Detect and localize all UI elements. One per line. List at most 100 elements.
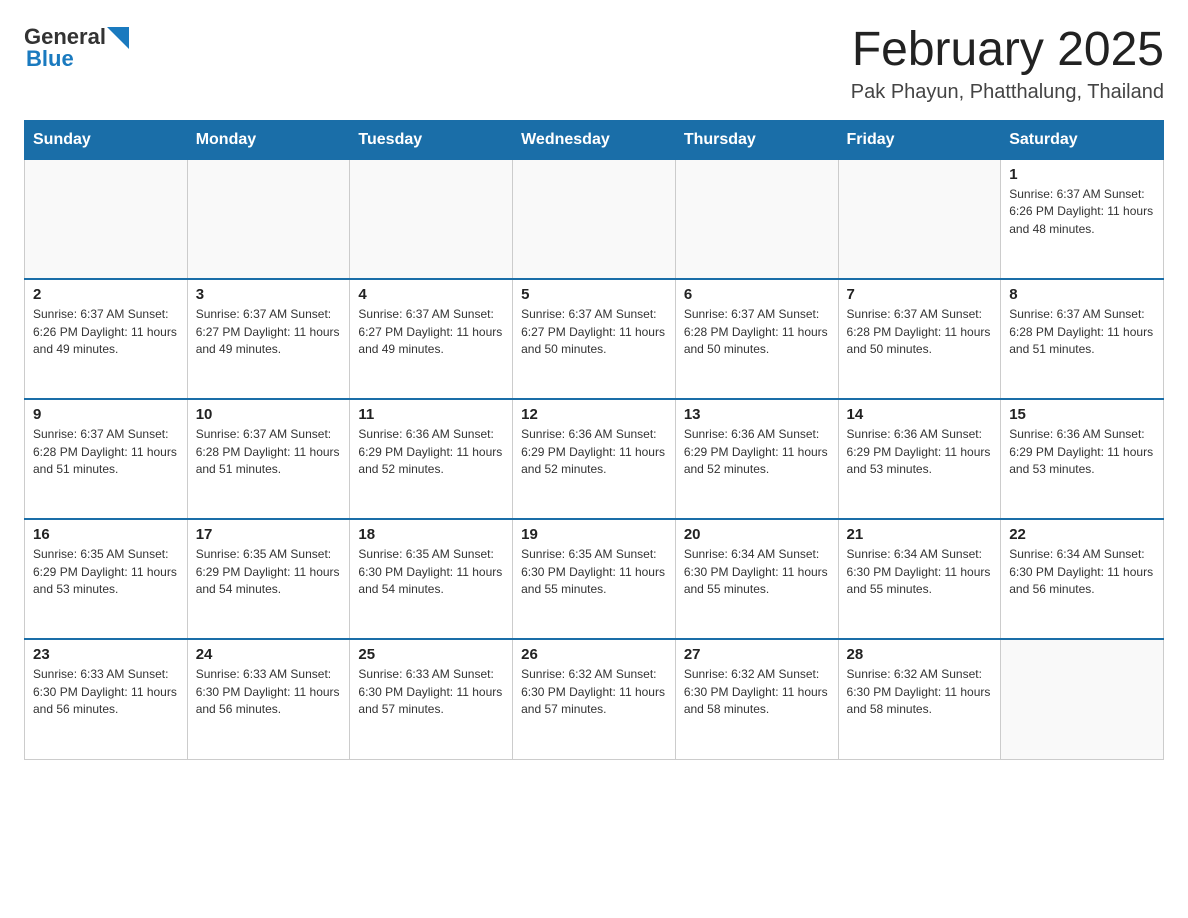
calendar-cell: 11 Sunrise: 6:36 AM Sunset: 6:29 PM Dayli… — [350, 399, 513, 519]
day-number: 17 — [196, 526, 342, 543]
day-number: 15 — [1009, 406, 1155, 423]
weekday-header-tuesday: Tuesday — [350, 120, 513, 159]
weekday-header-saturday: Saturday — [1001, 120, 1164, 159]
day-info: Sunrise: 6:35 AM Sunset: 6:30 PM Dayligh… — [358, 546, 504, 598]
day-info: Sunrise: 6:32 AM Sunset: 6:30 PM Dayligh… — [847, 666, 993, 718]
calendar-cell: 13 Sunrise: 6:36 AM Sunset: 6:29 PM Dayli… — [675, 399, 838, 519]
calendar-cell: 27 Sunrise: 6:32 AM Sunset: 6:30 PM Dayli… — [675, 639, 838, 759]
day-info: Sunrise: 6:37 AM Sunset: 6:28 PM Dayligh… — [847, 306, 993, 358]
calendar-cell — [675, 159, 838, 279]
week-row-2: 2 Sunrise: 6:37 AM Sunset: 6:26 PM Daylig… — [25, 279, 1164, 399]
location-title: Pak Phayun, Phatthalung, Thailand — [851, 81, 1164, 104]
day-number: 3 — [196, 286, 342, 303]
week-row-5: 23 Sunrise: 6:33 AM Sunset: 6:30 PM Dayli… — [25, 639, 1164, 759]
day-number: 27 — [684, 646, 830, 663]
calendar-cell: 7Sunrise: 6:37 AM Sunset: 6:28 PM Daylig… — [838, 279, 1001, 399]
calendar-cell: 9 Sunrise: 6:37 AM Sunset: 6:28 PM Daylig… — [25, 399, 188, 519]
day-info: Sunrise: 6:36 AM Sunset: 6:29 PM Dayligh… — [1009, 426, 1155, 478]
calendar-cell: 4 Sunrise: 6:37 AM Sunset: 6:27 PM Daylig… — [350, 279, 513, 399]
calendar-cell: 18 Sunrise: 6:35 AM Sunset: 6:30 PM Dayli… — [350, 519, 513, 639]
day-info: Sunrise: 6:33 AM Sunset: 6:30 PM Dayligh… — [33, 666, 179, 718]
day-info: Sunrise: 6:35 AM Sunset: 6:29 PM Dayligh… — [33, 546, 179, 598]
day-number: 24 — [196, 646, 342, 663]
day-number: 11 — [358, 406, 504, 423]
day-number: 9 — [33, 406, 179, 423]
day-number: 6 — [684, 286, 830, 303]
weekday-header-friday: Friday — [838, 120, 1001, 159]
calendar-cell: 20 Sunrise: 6:34 AM Sunset: 6:30 PM Dayli… — [675, 519, 838, 639]
calendar-cell: 15 Sunrise: 6:36 AM Sunset: 6:29 PM Dayli… — [1001, 399, 1164, 519]
day-info: Sunrise: 6:37 AM Sunset: 6:28 PM Dayligh… — [684, 306, 830, 358]
calendar-cell: 5 Sunrise: 6:37 AM Sunset: 6:27 PM Daylig… — [513, 279, 676, 399]
day-info: Sunrise: 6:36 AM Sunset: 6:29 PM Dayligh… — [521, 426, 667, 478]
calendar-cell: 26Sunrise: 6:32 AM Sunset: 6:30 PM Dayli… — [513, 639, 676, 759]
day-number: 20 — [684, 526, 830, 543]
day-number: 25 — [358, 646, 504, 663]
calendar-cell: 10 Sunrise: 6:37 AM Sunset: 6:28 PM Dayli… — [187, 399, 350, 519]
day-number: 4 — [358, 286, 504, 303]
calendar-cell: 2 Sunrise: 6:37 AM Sunset: 6:26 PM Daylig… — [25, 279, 188, 399]
week-row-1: 1 Sunrise: 6:37 AM Sunset: 6:26 PM Daylig… — [25, 159, 1164, 279]
day-number: 21 — [847, 526, 993, 543]
day-info: Sunrise: 6:37 AM Sunset: 6:26 PM Dayligh… — [33, 306, 179, 358]
day-number: 13 — [684, 406, 830, 423]
weekday-header-monday: Monday — [187, 120, 350, 159]
calendar-cell: 16 Sunrise: 6:35 AM Sunset: 6:29 PM Dayli… — [25, 519, 188, 639]
calendar-cell — [838, 159, 1001, 279]
day-number: 16 — [33, 526, 179, 543]
day-number: 23 — [33, 646, 179, 663]
day-info: Sunrise: 6:34 AM Sunset: 6:30 PM Dayligh… — [847, 546, 993, 598]
week-row-4: 16 Sunrise: 6:35 AM Sunset: 6:29 PM Dayli… — [25, 519, 1164, 639]
calendar-cell — [513, 159, 676, 279]
calendar-cell — [25, 159, 188, 279]
week-row-3: 9 Sunrise: 6:37 AM Sunset: 6:28 PM Daylig… — [25, 399, 1164, 519]
day-info: Sunrise: 6:36 AM Sunset: 6:29 PM Dayligh… — [847, 426, 993, 478]
day-info: Sunrise: 6:32 AM Sunset: 6:30 PM Dayligh… — [684, 666, 830, 718]
calendar-cell: 19Sunrise: 6:35 AM Sunset: 6:30 PM Dayli… — [513, 519, 676, 639]
day-number: 8 — [1009, 286, 1155, 303]
calendar-cell: 23 Sunrise: 6:33 AM Sunset: 6:30 PM Dayli… — [25, 639, 188, 759]
calendar-cell: 8 Sunrise: 6:37 AM Sunset: 6:28 PM Daylig… — [1001, 279, 1164, 399]
day-info: Sunrise: 6:32 AM Sunset: 6:30 PM Dayligh… — [521, 666, 667, 718]
day-number: 22 — [1009, 526, 1155, 543]
day-info: Sunrise: 6:36 AM Sunset: 6:29 PM Dayligh… — [358, 426, 504, 478]
weekday-header-wednesday: Wednesday — [513, 120, 676, 159]
day-info: Sunrise: 6:37 AM Sunset: 6:26 PM Dayligh… — [1009, 186, 1155, 238]
calendar-cell — [187, 159, 350, 279]
calendar-cell: 25 Sunrise: 6:33 AM Sunset: 6:30 PM Dayli… — [350, 639, 513, 759]
calendar-cell: 1 Sunrise: 6:37 AM Sunset: 6:26 PM Daylig… — [1001, 159, 1164, 279]
day-number: 1 — [1009, 166, 1155, 183]
day-info: Sunrise: 6:33 AM Sunset: 6:30 PM Dayligh… — [358, 666, 504, 718]
day-info: Sunrise: 6:37 AM Sunset: 6:27 PM Dayligh… — [358, 306, 504, 358]
logo: General Blue — [24, 24, 129, 72]
day-info: Sunrise: 6:37 AM Sunset: 6:27 PM Dayligh… — [521, 306, 667, 358]
title-block: February 2025 Pak Phayun, Phatthalung, T… — [851, 24, 1164, 104]
day-info: Sunrise: 6:37 AM Sunset: 6:27 PM Dayligh… — [196, 306, 342, 358]
calendar-cell: 21 Sunrise: 6:34 AM Sunset: 6:30 PM Dayli… — [838, 519, 1001, 639]
day-info: Sunrise: 6:34 AM Sunset: 6:30 PM Dayligh… — [1009, 546, 1155, 598]
day-info: Sunrise: 6:36 AM Sunset: 6:29 PM Dayligh… — [684, 426, 830, 478]
day-number: 18 — [358, 526, 504, 543]
calendar-cell: 28 Sunrise: 6:32 AM Sunset: 6:30 PM Dayli… — [838, 639, 1001, 759]
day-info: Sunrise: 6:33 AM Sunset: 6:30 PM Dayligh… — [196, 666, 342, 718]
calendar-cell: 3 Sunrise: 6:37 AM Sunset: 6:27 PM Daylig… — [187, 279, 350, 399]
weekday-header-thursday: Thursday — [675, 120, 838, 159]
day-info: Sunrise: 6:37 AM Sunset: 6:28 PM Dayligh… — [1009, 306, 1155, 358]
day-number: 5 — [521, 286, 667, 303]
calendar-table: SundayMondayTuesdayWednesdayThursdayFrid… — [24, 120, 1164, 760]
day-number: 2 — [33, 286, 179, 303]
day-number: 10 — [196, 406, 342, 423]
day-number: 28 — [847, 646, 993, 663]
day-number: 12 — [521, 406, 667, 423]
calendar-cell — [1001, 639, 1164, 759]
calendar-cell: 6 Sunrise: 6:37 AM Sunset: 6:28 PM Daylig… — [675, 279, 838, 399]
calendar-cell: 14Sunrise: 6:36 AM Sunset: 6:29 PM Dayli… — [838, 399, 1001, 519]
logo-arrow-icon — [107, 27, 129, 49]
calendar-cell: 17Sunrise: 6:35 AM Sunset: 6:29 PM Dayli… — [187, 519, 350, 639]
weekday-header-row: SundayMondayTuesdayWednesdayThursdayFrid… — [25, 120, 1164, 159]
day-info: Sunrise: 6:37 AM Sunset: 6:28 PM Dayligh… — [33, 426, 179, 478]
calendar-cell: 22 Sunrise: 6:34 AM Sunset: 6:30 PM Dayli… — [1001, 519, 1164, 639]
calendar-cell: 24 Sunrise: 6:33 AM Sunset: 6:30 PM Dayli… — [187, 639, 350, 759]
day-info: Sunrise: 6:34 AM Sunset: 6:30 PM Dayligh… — [684, 546, 830, 598]
day-info: Sunrise: 6:37 AM Sunset: 6:28 PM Dayligh… — [196, 426, 342, 478]
